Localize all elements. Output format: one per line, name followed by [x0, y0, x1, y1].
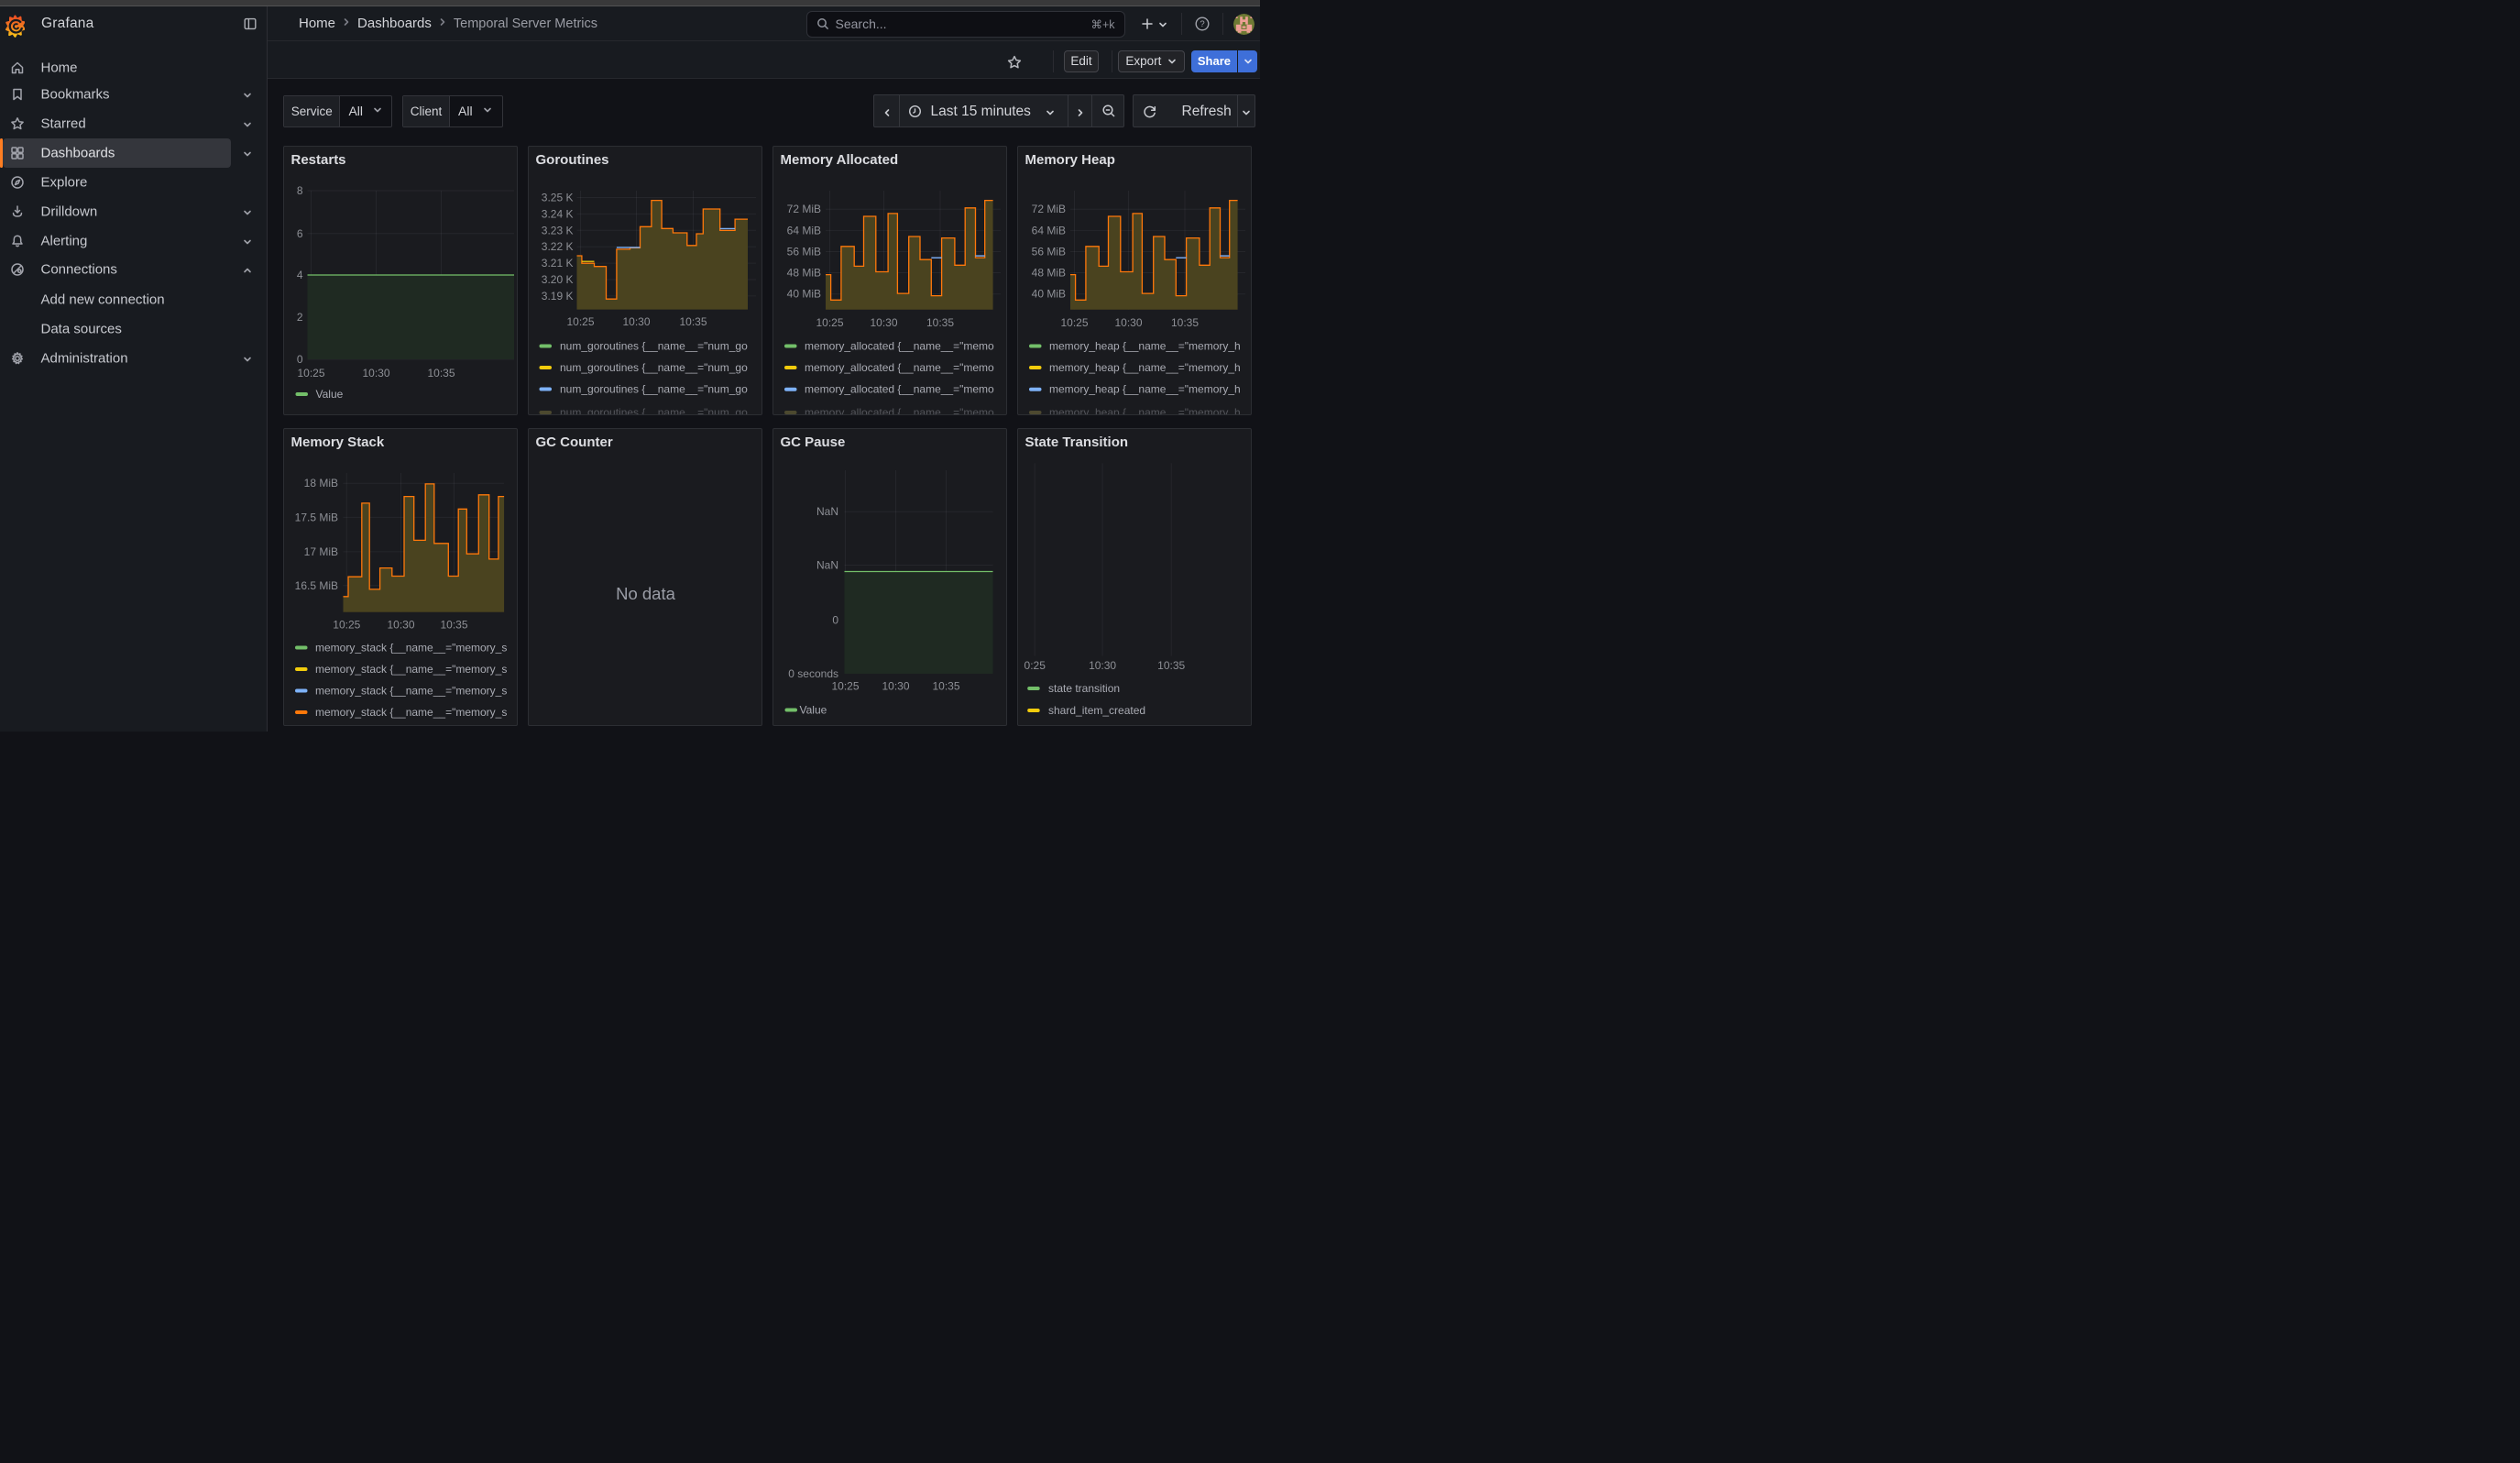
svg-text:64 MiB: 64 MiB [1031, 224, 1065, 236]
svg-text:10:30: 10:30 [882, 679, 909, 692]
svg-text:memory_allocated {__name__="me: memory_allocated {__name__="memo [805, 361, 994, 374]
svg-text:memory_heap {__name__="memory_: memory_heap {__name__="memory_h [1049, 383, 1241, 396]
svg-text:16.5 MiB: 16.5 MiB [294, 578, 337, 591]
svg-text:memory_stack {__name__="memory: memory_stack {__name__="memory_s [315, 663, 507, 676]
svg-text:3.23 K: 3.23 K [541, 224, 573, 236]
svg-text:10:35: 10:35 [1170, 316, 1198, 329]
svg-text:Value: Value [315, 388, 343, 401]
svg-text:10:35: 10:35 [932, 679, 959, 692]
svg-text:10:35: 10:35 [679, 315, 707, 328]
svg-text:40 MiB: 40 MiB [786, 288, 820, 301]
svg-text:10:35: 10:35 [926, 316, 953, 329]
svg-text:56 MiB: 56 MiB [1031, 246, 1065, 258]
svg-text:10:25: 10:25 [297, 367, 324, 380]
svg-text:memory_heap {__name__="memory_: memory_heap {__name__="memory_h [1049, 361, 1241, 374]
svg-text:40 MiB: 40 MiB [1031, 288, 1065, 301]
svg-text:10:25: 10:25 [816, 316, 843, 329]
svg-text:state transition: state transition [1048, 682, 1120, 695]
svg-text:0: 0 [832, 613, 838, 626]
svg-text:NaN: NaN [816, 558, 838, 571]
svg-text:0 seconds: 0 seconds [788, 667, 838, 680]
svg-text:memory_heap {__name__="memory_: memory_heap {__name__="memory_h [1049, 406, 1241, 415]
svg-text:memory_allocated {__name__="me: memory_allocated {__name__="memo [805, 340, 994, 353]
svg-text:NaN: NaN [816, 505, 838, 518]
svg-text:10:25: 10:25 [1060, 316, 1088, 329]
svg-text:10:30: 10:30 [362, 367, 389, 380]
svg-text:10:35: 10:35 [427, 367, 455, 380]
svg-text:48 MiB: 48 MiB [786, 267, 820, 280]
svg-text:10:30: 10:30 [1114, 316, 1142, 329]
svg-text:memory_allocated {__name__="me: memory_allocated {__name__="memo [805, 383, 994, 396]
svg-text:10:25: 10:25 [333, 618, 360, 631]
svg-text:3.22 K: 3.22 K [541, 240, 573, 253]
svg-text:3.20 K: 3.20 K [541, 273, 573, 286]
svg-text:0:25: 0:25 [1024, 659, 1046, 672]
svg-text:10:30: 10:30 [870, 316, 897, 329]
svg-text:num_goroutines {__name__="num_: num_goroutines {__name__="num_go [560, 383, 748, 396]
svg-text:memory_stack {__name__="memory: memory_stack {__name__="memory_s [315, 684, 507, 697]
svg-text:No data: No data [616, 583, 676, 602]
svg-text:10:35: 10:35 [440, 618, 467, 631]
svg-text:4: 4 [296, 269, 302, 281]
svg-text:10:35: 10:35 [1157, 659, 1185, 672]
svg-text:memory_stack {__name__="memory: memory_stack {__name__="memory_s [315, 641, 507, 654]
svg-text:0: 0 [296, 353, 302, 366]
svg-text:3.21 K: 3.21 K [541, 257, 573, 270]
svg-text:17.5 MiB: 17.5 MiB [294, 511, 337, 523]
svg-text:memory_stack {__name__="memory: memory_stack {__name__="memory_s [315, 706, 507, 719]
svg-text:Value: Value [799, 703, 827, 716]
svg-text:num_goroutines {__name__="num_: num_goroutines {__name__="num_go [560, 361, 748, 374]
svg-text:num_goroutines {__name__="num_: num_goroutines {__name__="num_go [560, 340, 748, 353]
svg-text:memory_heap {__name__="memory_: memory_heap {__name__="memory_h [1049, 340, 1241, 353]
svg-text:10:25: 10:25 [566, 315, 594, 328]
svg-text:8: 8 [296, 184, 302, 197]
svg-text:18 MiB: 18 MiB [303, 477, 337, 490]
svg-text:10:30: 10:30 [387, 618, 414, 631]
svg-text:17 MiB: 17 MiB [303, 544, 337, 557]
svg-text:shard_item_created: shard_item_created [1048, 704, 1145, 717]
svg-text:3.19 K: 3.19 K [541, 290, 573, 302]
svg-text:3.25 K: 3.25 K [541, 192, 573, 204]
svg-text:72 MiB: 72 MiB [786, 203, 820, 215]
svg-text:memory_allocated {__name__="me: memory_allocated {__name__="memo [805, 406, 994, 415]
svg-text:56 MiB: 56 MiB [786, 246, 820, 258]
svg-text:3.24 K: 3.24 K [541, 207, 573, 220]
svg-text:72 MiB: 72 MiB [1031, 203, 1065, 215]
svg-text:num_goroutines {__name__="num_: num_goroutines {__name__="num_go [560, 406, 748, 415]
svg-text:10:30: 10:30 [622, 315, 650, 328]
svg-text:10:25: 10:25 [831, 679, 859, 692]
svg-text:6: 6 [296, 227, 302, 240]
svg-text:10:30: 10:30 [1089, 659, 1116, 672]
svg-text:2: 2 [296, 311, 302, 324]
svg-text:64 MiB: 64 MiB [786, 224, 820, 236]
svg-text:48 MiB: 48 MiB [1031, 267, 1065, 280]
